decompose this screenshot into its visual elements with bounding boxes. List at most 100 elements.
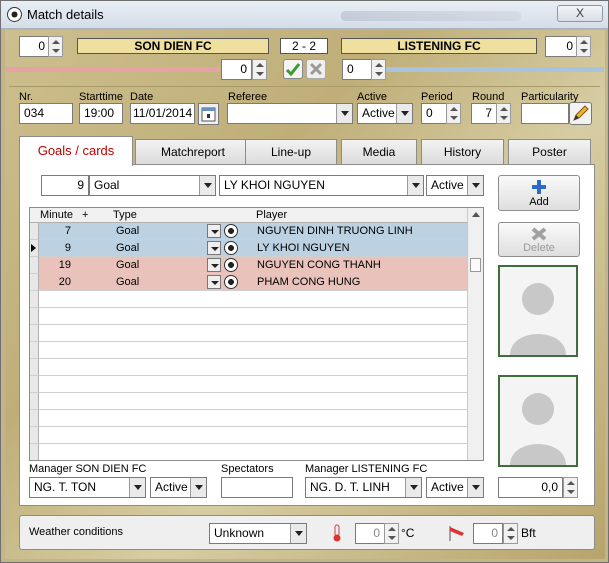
confirm-button[interactable]	[283, 59, 303, 79]
empty-row[interactable]	[39, 291, 467, 308]
row-selector[interactable]	[30, 257, 39, 274]
chevron-down-icon[interactable]	[199, 176, 215, 195]
home-manager-photo[interactable]	[498, 265, 578, 357]
active-label: Active	[357, 91, 387, 103]
chevron-down-icon[interactable]	[129, 478, 145, 497]
rating-spinner[interactable]	[563, 477, 578, 498]
tab-matchreport[interactable]: Matchreport	[135, 139, 251, 164]
period-input[interactable]: 0	[421, 103, 447, 124]
goal-row[interactable]: 9 Goal LY KHOI NGUYEN	[39, 240, 467, 257]
minute-cell: 19	[58, 259, 71, 271]
chevron-down-icon[interactable]	[190, 478, 206, 497]
edit-particularity-button[interactable]	[569, 102, 592, 125]
event-type-select[interactable]: Goal	[89, 175, 216, 196]
row-selector[interactable]	[30, 393, 39, 410]
empty-row[interactable]	[39, 342, 467, 359]
chevron-down-icon[interactable]	[467, 478, 483, 497]
home-color-bar	[5, 67, 220, 72]
empty-row[interactable]	[39, 393, 467, 410]
grid-scrollbar[interactable]	[467, 208, 483, 460]
row-selector[interactable]	[30, 308, 39, 325]
tab-poster[interactable]: Poster	[508, 139, 591, 164]
referee-label: Referee	[228, 91, 268, 103]
away-manager-photo[interactable]	[498, 375, 578, 467]
row-selector[interactable]	[30, 359, 39, 376]
match-number-input[interactable]: 034	[19, 103, 73, 124]
row-selector[interactable]	[30, 342, 39, 359]
delete-button[interactable]: Delete	[498, 222, 580, 257]
tab-line-up[interactable]: Line-up	[245, 139, 337, 164]
add-label: Add	[529, 196, 549, 208]
rating-input[interactable]: 0,0	[498, 477, 563, 498]
away-score-spinner[interactable]	[576, 36, 591, 57]
chevron-down-icon[interactable]	[405, 478, 421, 497]
wind-input[interactable]: 0	[473, 523, 503, 544]
away-sub-score-input[interactable]: 0	[342, 59, 372, 80]
type-dropdown[interactable]	[207, 241, 221, 255]
home-sub-score-spinner[interactable]	[252, 59, 267, 80]
chevron-down-icon[interactable]	[396, 104, 412, 123]
row-selector[interactable]	[30, 410, 39, 427]
referee-select[interactable]	[227, 103, 353, 124]
chevron-down-icon[interactable]	[290, 524, 306, 543]
empty-row[interactable]	[39, 410, 467, 427]
row-selector[interactable]	[30, 325, 39, 342]
chevron-down-icon[interactable]	[407, 176, 423, 195]
chevron-down-icon[interactable]	[467, 176, 483, 195]
spectators-input[interactable]	[221, 477, 293, 498]
windsock-icon	[449, 526, 464, 541]
type-dropdown[interactable]	[207, 224, 221, 238]
tab-goals-cards[interactable]: Goals / cards	[19, 136, 133, 166]
home-score-spinner[interactable]	[48, 36, 63, 57]
scroll-thumb[interactable]	[470, 258, 481, 272]
empty-row[interactable]	[39, 427, 467, 444]
wind-spinner[interactable]	[503, 523, 518, 544]
add-button[interactable]: Add	[498, 175, 580, 211]
row-selector[interactable]	[30, 376, 39, 393]
temperature-input[interactable]: 0	[355, 523, 385, 544]
home-sub-score-input[interactable]: 0	[221, 59, 252, 80]
temperature-spinner[interactable]	[384, 523, 399, 544]
type-dropdown[interactable]	[207, 275, 221, 289]
player-column-header[interactable]: Player	[256, 208, 287, 222]
tab-history[interactable]: History	[421, 139, 504, 164]
empty-row[interactable]	[39, 325, 467, 342]
cancel-button[interactable]	[306, 59, 326, 79]
starttime-input[interactable]: 19:00	[79, 103, 123, 124]
away-score-input[interactable]: 0	[545, 36, 578, 57]
type-column-header[interactable]: Type	[113, 208, 137, 222]
row-selector[interactable]	[30, 240, 39, 257]
empty-row[interactable]	[39, 444, 467, 460]
calendar-button[interactable]	[198, 103, 219, 125]
player-select[interactable]: LY KHOI NGUYEN	[219, 175, 424, 196]
scroll-up-arrow[interactable]	[472, 212, 480, 217]
player-cell: LY KHOI NGUYEN	[257, 242, 350, 254]
type-cell: Goal	[116, 225, 140, 237]
empty-row[interactable]	[39, 359, 467, 376]
goal-row[interactable]: 20 Goal PHAM CONG HUNG	[39, 274, 467, 291]
away-sub-score-spinner[interactable]	[371, 59, 386, 80]
date-input[interactable]: 11/01/2014	[130, 103, 195, 124]
chevron-down-icon[interactable]	[336, 104, 352, 123]
goal-row[interactable]: 7 Goal NGUYEN DINH TRUONG LINH	[39, 223, 467, 240]
close-button[interactable]: X	[557, 5, 603, 22]
plus-icon	[532, 180, 546, 194]
row-selector[interactable]	[30, 291, 39, 308]
round-input[interactable]: 7	[471, 103, 497, 124]
particularity-input[interactable]	[521, 103, 569, 124]
plus-column-header[interactable]: +	[82, 208, 88, 222]
home-score-input[interactable]: 0	[19, 36, 50, 57]
type-dropdown[interactable]	[207, 258, 221, 272]
empty-row[interactable]	[39, 376, 467, 393]
tab-media[interactable]: Media	[341, 139, 417, 164]
minute-input[interactable]: 9	[41, 175, 89, 196]
minute-column-header[interactable]: Minute	[40, 208, 73, 222]
row-selector[interactable]	[30, 223, 39, 240]
round-spinner[interactable]	[496, 103, 511, 124]
row-selector[interactable]	[30, 444, 39, 460]
row-selector[interactable]	[30, 427, 39, 444]
row-selector[interactable]	[30, 274, 39, 291]
empty-row[interactable]	[39, 308, 467, 325]
period-spinner[interactable]	[446, 103, 461, 124]
goal-row[interactable]: 19 Goal NGUYEN CONG THANH	[39, 257, 467, 274]
